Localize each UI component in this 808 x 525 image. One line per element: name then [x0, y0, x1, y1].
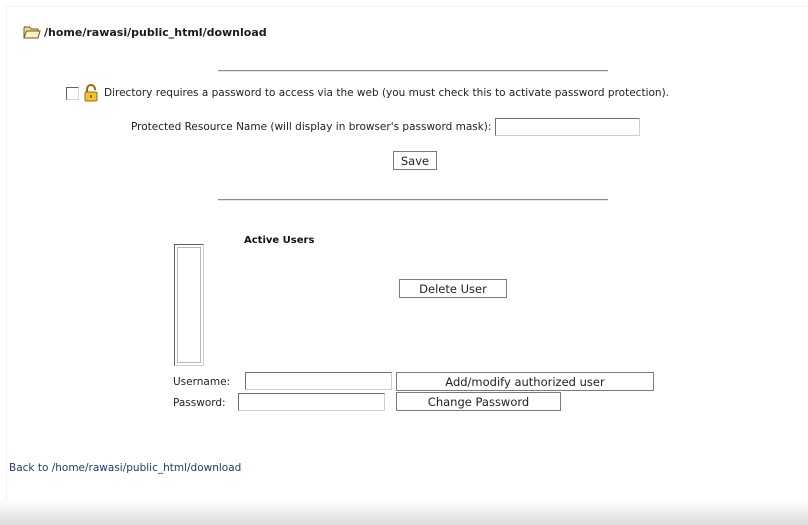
protect-checkbox[interactable] — [66, 86, 79, 100]
frame-top-border — [6, 6, 808, 7]
divider-top — [218, 70, 608, 72]
resource-name-label: Protected Resource Name (will display in… — [131, 121, 492, 133]
protect-option-row: Directory requires a password to access … — [66, 84, 669, 102]
password-label: Password: — [173, 397, 226, 409]
page: /home/rawasi/public_html/download Direct… — [0, 0, 808, 525]
delete-user-button[interactable]: Delete User — [399, 279, 507, 298]
divider-bottom — [218, 199, 608, 201]
directory-path: /home/rawasi/public_html/download — [44, 25, 267, 39]
back-link[interactable]: Back to /home/rawasi/public_html/downloa… — [9, 462, 241, 474]
save-button[interactable]: Save — [393, 151, 437, 170]
bottom-bar — [0, 500, 808, 525]
active-users-title: Active Users — [244, 235, 315, 246]
username-label: Username: — [173, 376, 231, 388]
username-input[interactable] — [245, 372, 392, 390]
add-user-button[interactable]: Add/modify authorized user — [396, 372, 654, 391]
active-users-list[interactable] — [174, 244, 204, 366]
change-password-button[interactable]: Change Password — [396, 392, 561, 411]
path-header: /home/rawasi/public_html/download — [23, 24, 267, 40]
folder-icon — [23, 26, 41, 39]
active-users-list-inner — [177, 247, 201, 363]
lock-icon — [84, 84, 98, 102]
resource-name-row: Protected Resource Name (will display in… — [131, 118, 641, 136]
password-input[interactable] — [238, 393, 385, 411]
resource-name-input[interactable] — [495, 118, 641, 136]
frame-left-border — [6, 6, 7, 506]
protect-checkbox-label: Directory requires a password to access … — [104, 87, 670, 99]
